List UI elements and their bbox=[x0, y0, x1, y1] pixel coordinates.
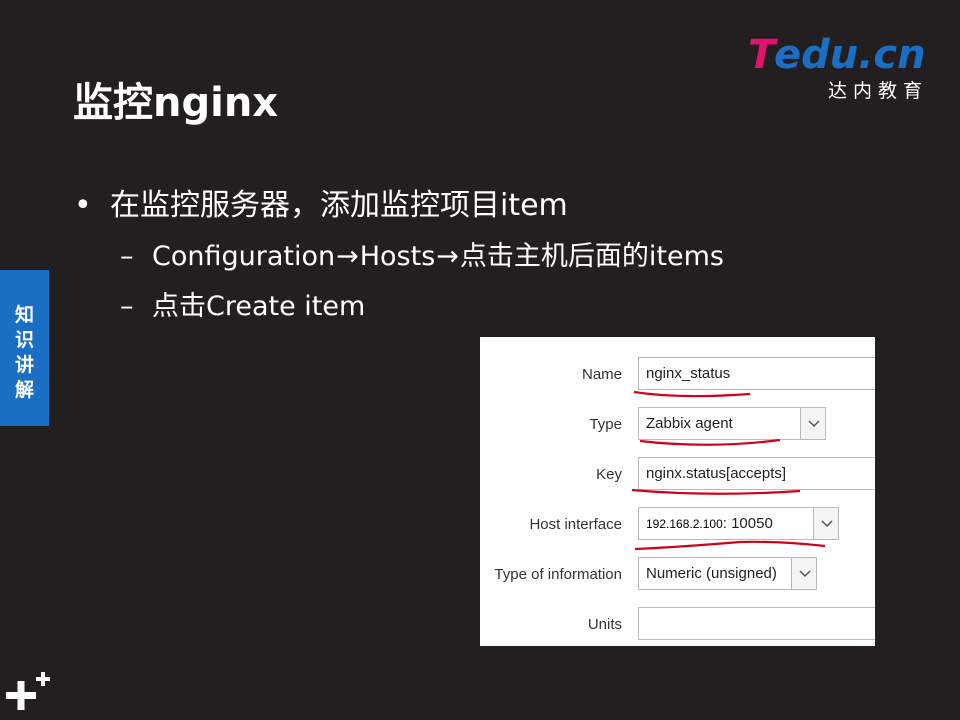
path-hosts: Hosts bbox=[359, 241, 436, 272]
sub-bullet-dash: – bbox=[120, 241, 134, 272]
main-bullet: • 在监控服务器，添加监控项目item bbox=[74, 180, 568, 224]
path-items: 点击主机后面的items bbox=[459, 241, 724, 272]
slide-title: 监控nginx bbox=[73, 80, 279, 126]
bullet-dot-icon: • bbox=[74, 188, 92, 223]
arrow-right-icon: → bbox=[336, 241, 359, 272]
path-configuration: Configuration bbox=[152, 241, 336, 272]
side-tab-char: 知 bbox=[14, 304, 34, 326]
knowledge-side-tab: 知 识 讲 解 bbox=[0, 270, 49, 426]
main-bullet-text: 在监控服务器，添加监控项目item bbox=[110, 188, 568, 223]
zabbix-item-form: Name nginx_status Type Zabbix agent Key … bbox=[480, 337, 875, 646]
sub-bullet-dash: – bbox=[120, 291, 134, 322]
annotation-underline bbox=[639, 438, 781, 446]
red-annotation-underlines bbox=[631, 390, 826, 551]
side-tab-char: 解 bbox=[14, 379, 34, 401]
logo-rest: edu.cn bbox=[774, 32, 926, 78]
tedu-logo: T edu.cn 达内教育 bbox=[748, 28, 938, 102]
annotation-underline bbox=[633, 390, 751, 398]
arrow-right-icon: → bbox=[436, 241, 459, 272]
side-tab-char: 识 bbox=[14, 329, 34, 351]
create-item-text: 点击Create item bbox=[152, 291, 366, 322]
sub-bullet-2: – 点击Create item bbox=[120, 284, 365, 323]
plus-icon bbox=[6, 672, 50, 710]
side-tab-char: 讲 bbox=[14, 354, 34, 376]
logo-subtitle: 达内教育 bbox=[828, 80, 929, 102]
sub-bullet-1: – Configuration→Hosts→点击主机后面的items bbox=[120, 234, 724, 273]
annotation-underline bbox=[634, 540, 826, 551]
annotation-underline bbox=[631, 488, 801, 495]
tedu-logo-mark: T edu.cn bbox=[748, 32, 926, 78]
